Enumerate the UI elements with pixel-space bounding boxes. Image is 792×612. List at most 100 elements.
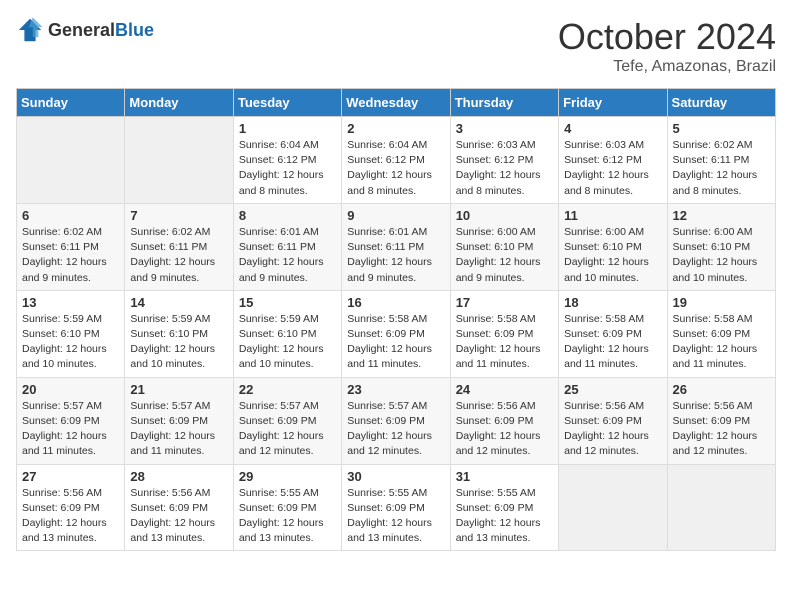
calendar-cell: 20Sunrise: 5:57 AM Sunset: 6:09 PM Dayli…: [17, 377, 125, 464]
calendar-cell: 15Sunrise: 5:59 AM Sunset: 6:10 PM Dayli…: [233, 290, 341, 377]
calendar-cell: 22 Sunrise: 5:57 AM Sunset: 6:09 PM Dayli…: [233, 377, 341, 464]
calendar-week-4: 20 Sunrise: 5:57 AM Sunset: 6:09 PM Dayli…: [17, 377, 776, 464]
calendar-header-row: SundayMondayTuesdayWednesdayThursdayFrid…: [17, 89, 776, 117]
calendar-cell: 4 Sunrise: 6:03 AM Sunset: 6:12 PM Daylig…: [559, 117, 667, 204]
day-number: 8: [239, 208, 336, 223]
day-header-tuesday: Tuesday: [233, 89, 341, 117]
day-number: 26: [673, 382, 770, 397]
calendar-cell: 25Sunrise: 5:56 AM Sunset: 6:09 PM Dayli…: [559, 377, 667, 464]
day-info: Sunrise: 5:56 AM Sunset: 6:09 PM Dayligh…: [673, 399, 770, 460]
day-info: Sunrise: 5:56 AM Sunset: 6:09 PM Dayligh…: [22, 486, 119, 547]
day-number: 12: [673, 208, 770, 223]
calendar-cell: 16Sunrise: 5:58 AM Sunset: 6:09 PM Dayli…: [342, 290, 450, 377]
day-number: 6: [22, 208, 119, 223]
day-info: Sunrise: 5:55 AM Sunset: 6:09 PM Dayligh…: [347, 486, 444, 547]
day-info: Sunrise: 5:59 AM Sunset: 6:10 PM Dayligh…: [22, 312, 119, 373]
day-info: Sunrise: 6:02 AM Sunset: 6:11 PM Dayligh…: [22, 225, 119, 286]
day-info: Sunrise: 5:58 AM Sunset: 6:09 PM Dayligh…: [673, 312, 770, 373]
day-info: Sunrise: 5:55 AM Sunset: 6:09 PM Dayligh…: [239, 486, 336, 547]
day-info: Sunrise: 6:03 AM Sunset: 6:12 PM Dayligh…: [456, 138, 553, 199]
day-info: Sunrise: 6:01 AM Sunset: 6:11 PM Dayligh…: [347, 225, 444, 286]
day-info: Sunrise: 5:56 AM Sunset: 6:09 PM Dayligh…: [456, 399, 553, 460]
logo: GeneralBlue: [16, 16, 154, 44]
calendar-cell: 5Sunrise: 6:02 AM Sunset: 6:11 PM Daylig…: [667, 117, 775, 204]
calendar-cell: [125, 117, 233, 204]
calendar-week-1: 1Sunrise: 6:04 AM Sunset: 6:12 PM Daylig…: [17, 117, 776, 204]
day-info: Sunrise: 5:57 AM Sunset: 6:09 PM Dayligh…: [239, 399, 336, 460]
day-header-monday: Monday: [125, 89, 233, 117]
day-info: Sunrise: 6:02 AM Sunset: 6:11 PM Dayligh…: [673, 138, 770, 199]
calendar-cell: 26 Sunrise: 5:56 AM Sunset: 6:09 PM Dayli…: [667, 377, 775, 464]
calendar-week-2: 6 Sunrise: 6:02 AM Sunset: 6:11 PM Daylig…: [17, 203, 776, 290]
calendar-cell: [667, 464, 775, 551]
day-info: Sunrise: 5:59 AM Sunset: 6:10 PM Dayligh…: [130, 312, 227, 373]
calendar-cell: 27 Sunrise: 5:56 AM Sunset: 6:09 PM Dayli…: [17, 464, 125, 551]
day-info: Sunrise: 6:00 AM Sunset: 6:10 PM Dayligh…: [673, 225, 770, 286]
page-header: GeneralBlue October 2024 Tefe, Amazonas,…: [16, 16, 776, 76]
day-info: Sunrise: 5:57 AM Sunset: 6:09 PM Dayligh…: [347, 399, 444, 460]
day-number: 10: [456, 208, 553, 223]
day-info: Sunrise: 5:58 AM Sunset: 6:09 PM Dayligh…: [564, 312, 661, 373]
calendar-cell: 3 Sunrise: 6:03 AM Sunset: 6:12 PM Daylig…: [450, 117, 558, 204]
calendar-cell: 12 Sunrise: 6:00 AM Sunset: 6:10 PM Dayli…: [667, 203, 775, 290]
day-number: 7: [130, 208, 227, 223]
day-info: Sunrise: 5:55 AM Sunset: 6:09 PM Dayligh…: [456, 486, 553, 547]
day-info: Sunrise: 6:03 AM Sunset: 6:12 PM Dayligh…: [564, 138, 661, 199]
day-number: 28: [130, 469, 227, 484]
calendar-week-5: 27 Sunrise: 5:56 AM Sunset: 6:09 PM Dayli…: [17, 464, 776, 551]
calendar-cell: 19Sunrise: 5:58 AM Sunset: 6:09 PM Dayli…: [667, 290, 775, 377]
calendar-cell: 31Sunrise: 5:55 AM Sunset: 6:09 PM Dayli…: [450, 464, 558, 551]
day-header-wednesday: Wednesday: [342, 89, 450, 117]
calendar-cell: 23 Sunrise: 5:57 AM Sunset: 6:09 PM Dayli…: [342, 377, 450, 464]
day-number: 11: [564, 208, 661, 223]
day-number: 16: [347, 295, 444, 310]
day-header-saturday: Saturday: [667, 89, 775, 117]
calendar-cell: 28Sunrise: 5:56 AM Sunset: 6:09 PM Dayli…: [125, 464, 233, 551]
day-info: Sunrise: 6:04 AM Sunset: 6:12 PM Dayligh…: [347, 138, 444, 199]
calendar-cell: 17 Sunrise: 5:58 AM Sunset: 6:09 PM Dayli…: [450, 290, 558, 377]
day-number: 25: [564, 382, 661, 397]
day-info: Sunrise: 5:58 AM Sunset: 6:09 PM Dayligh…: [456, 312, 553, 373]
day-header-friday: Friday: [559, 89, 667, 117]
day-info: Sunrise: 5:59 AM Sunset: 6:10 PM Dayligh…: [239, 312, 336, 373]
day-number: 27: [22, 469, 119, 484]
logo-icon: [16, 16, 44, 44]
calendar-cell: 11 Sunrise: 6:00 AM Sunset: 6:10 PM Dayli…: [559, 203, 667, 290]
calendar-cell: 2 Sunrise: 6:04 AM Sunset: 6:12 PM Daylig…: [342, 117, 450, 204]
day-info: Sunrise: 6:04 AM Sunset: 6:12 PM Dayligh…: [239, 138, 336, 199]
calendar-cell: [17, 117, 125, 204]
calendar-cell: [559, 464, 667, 551]
day-info: Sunrise: 6:00 AM Sunset: 6:10 PM Dayligh…: [564, 225, 661, 286]
calendar-cell: 18 Sunrise: 5:58 AM Sunset: 6:09 PM Dayli…: [559, 290, 667, 377]
day-header-sunday: Sunday: [17, 89, 125, 117]
day-number: 20: [22, 382, 119, 397]
day-number: 23: [347, 382, 444, 397]
day-number: 4: [564, 121, 661, 136]
day-info: Sunrise: 6:00 AM Sunset: 6:10 PM Dayligh…: [456, 225, 553, 286]
day-info: Sunrise: 6:02 AM Sunset: 6:11 PM Dayligh…: [130, 225, 227, 286]
day-number: 22: [239, 382, 336, 397]
day-number: 3: [456, 121, 553, 136]
calendar-cell: 14Sunrise: 5:59 AM Sunset: 6:10 PM Dayli…: [125, 290, 233, 377]
day-number: 24: [456, 382, 553, 397]
calendar-cell: 13Sunrise: 5:59 AM Sunset: 6:10 PM Dayli…: [17, 290, 125, 377]
calendar-cell: 30 Sunrise: 5:55 AM Sunset: 6:09 PM Dayli…: [342, 464, 450, 551]
day-number: 2: [347, 121, 444, 136]
day-info: Sunrise: 6:01 AM Sunset: 6:11 PM Dayligh…: [239, 225, 336, 286]
day-number: 17: [456, 295, 553, 310]
calendar-cell: 6 Sunrise: 6:02 AM Sunset: 6:11 PM Daylig…: [17, 203, 125, 290]
title-block: October 2024 Tefe, Amazonas, Brazil: [558, 16, 776, 76]
day-header-thursday: Thursday: [450, 89, 558, 117]
calendar-table: SundayMondayTuesdayWednesdayThursdayFrid…: [16, 88, 776, 551]
calendar-cell: 24 Sunrise: 5:56 AM Sunset: 6:09 PM Dayli…: [450, 377, 558, 464]
calendar-cell: 1Sunrise: 6:04 AM Sunset: 6:12 PM Daylig…: [233, 117, 341, 204]
logo-blue: Blue: [115, 20, 154, 40]
calendar-cell: 9 Sunrise: 6:01 AM Sunset: 6:11 PM Daylig…: [342, 203, 450, 290]
day-number: 18: [564, 295, 661, 310]
calendar-cell: 7 Sunrise: 6:02 AM Sunset: 6:11 PM Daylig…: [125, 203, 233, 290]
day-number: 9: [347, 208, 444, 223]
day-number: 21: [130, 382, 227, 397]
day-number: 30: [347, 469, 444, 484]
calendar-cell: 10 Sunrise: 6:00 AM Sunset: 6:10 PM Dayli…: [450, 203, 558, 290]
logo-general: General: [48, 20, 115, 40]
